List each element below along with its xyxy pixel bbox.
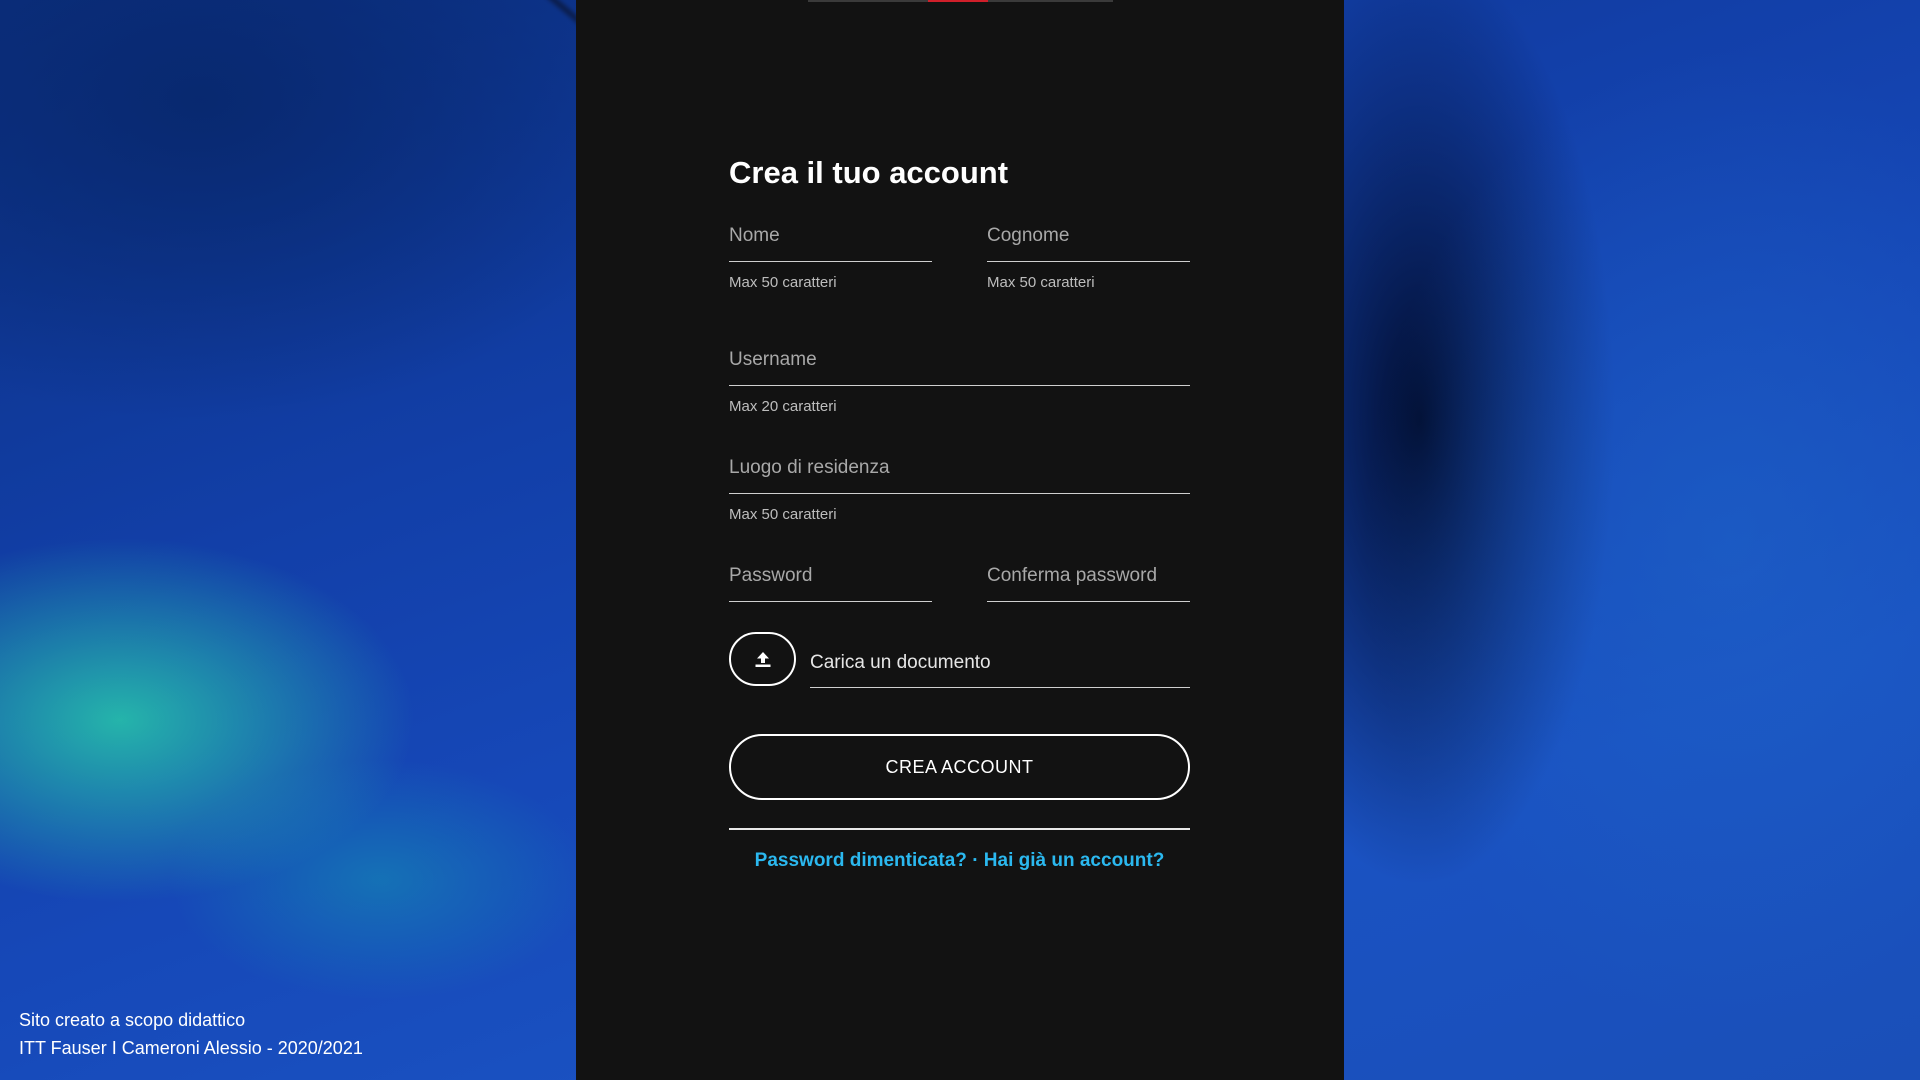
- footer-line-2: ITT Fauser I Cameroni Alessio - 2020/202…: [19, 1038, 363, 1058]
- forgot-password-link[interactable]: Password dimenticata?: [755, 850, 967, 871]
- nome-field-group: Max 50 caratteri: [729, 222, 932, 294]
- username-input[interactable]: [729, 346, 1190, 386]
- footer-credits: Sito creato a scopo didattico ITT Fauser…: [19, 1006, 363, 1062]
- cognome-hint: Max 50 caratteri: [987, 274, 1095, 291]
- upload-field[interactable]: Carica un documento: [810, 647, 1190, 688]
- progress-bar-accent: [928, 0, 988, 2]
- residenza-hint: Max 50 caratteri: [729, 506, 837, 523]
- username-field-group: Max 20 caratteri: [729, 346, 1190, 418]
- page-title: Crea il tuo account: [729, 155, 1009, 190]
- upload-button[interactable]: [729, 632, 796, 686]
- cognome-field-group: Max 50 caratteri: [987, 222, 1190, 294]
- upload-icon: [755, 652, 770, 667]
- links-separator: ·: [972, 850, 979, 871]
- upload-row: Carica un documento: [729, 632, 1190, 688]
- password-field-group: [729, 562, 932, 602]
- username-hint: Max 20 caratteri: [729, 398, 837, 415]
- nome-input[interactable]: [729, 222, 932, 262]
- footer-line-1: Sito creato a scopo didattico: [19, 1010, 246, 1030]
- login-link[interactable]: Hai già un account?: [984, 850, 1165, 871]
- upload-label: Carica un documento: [810, 652, 991, 673]
- create-account-button[interactable]: CREA ACCOUNT: [729, 734, 1190, 800]
- auth-links: Password dimenticata? · Hai già un accou…: [729, 850, 1190, 872]
- cognome-input[interactable]: [987, 222, 1190, 262]
- residenza-field-group: Max 50 caratteri: [729, 454, 1190, 526]
- conferma-password-field-group: [987, 562, 1190, 602]
- signup-panel: Crea il tuo account Max 50 caratteri Max…: [576, 0, 1344, 1080]
- signup-form: Crea il tuo account Max 50 caratteri Max…: [729, 150, 1190, 872]
- conferma-password-input[interactable]: [987, 562, 1190, 602]
- residenza-input[interactable]: [729, 454, 1190, 494]
- nome-hint: Max 50 caratteri: [729, 274, 837, 291]
- divider: [729, 828, 1190, 830]
- password-input[interactable]: [729, 562, 932, 602]
